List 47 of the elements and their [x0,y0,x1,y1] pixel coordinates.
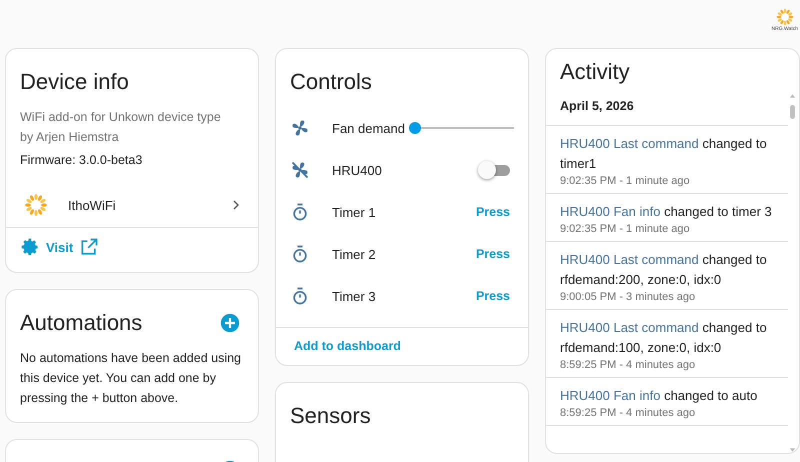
entity-link[interactable]: HRU400 Last command [560,252,699,267]
activity-time: 8:59:25 PM - 4 minutes ago [560,407,696,419]
activity-message: HRU400 Last command changed to timer1 [560,135,768,173]
activity-time: 9:02:35 PM - 1 minute ago [560,175,691,187]
entity-link[interactable]: HRU400 Last command [560,136,699,151]
device-description: WiFi add-on for Unkown device type by Arjen Hiemstra [20,109,222,146]
activity-time: 8:59:25 PM - 4 minutes ago [560,359,696,371]
activity-message: HRU400 Last command changed to rfdemand:100, zone:0, idx:0 [560,319,768,357]
activity-time: 9:02:35 PM - 1 minute ago [560,223,691,235]
scroll-up-arrow-icon[interactable] [789,93,796,99]
visit-link[interactable]: Visit [16,237,104,257]
scrollbar-thumb[interactable] [790,105,795,119]
fan-off-icon [290,160,310,180]
activity-message: HRU400 Last command changed to rfdemand:200, zone:0, idx:0 [560,251,768,289]
sun-logo-icon [776,8,794,26]
firmware-text: Firmware: 3.0.0-beta3 [20,153,144,167]
control-label: HRU400 [332,162,383,178]
external-link-icon [79,237,100,257]
entity-link[interactable]: HRU400 Last command [560,320,699,335]
card-title: Activity [559,58,631,86]
add-icon[interactable] [220,313,240,333]
date-header: April 5, 2026 [546,93,788,126]
control-label: Timer 1 [332,204,377,220]
toggle-switch[interactable] [478,161,510,179]
entity-link[interactable]: HRU400 Fan info [560,204,660,219]
activity-message: HRU400 Fan info changed to timer 3 [560,203,773,221]
sun-logo-icon [24,193,48,217]
activity-time: 9:00:05 PM - 3 minutes ago [560,291,696,303]
entity-link[interactable]: HRU400 Fan info [560,388,660,403]
scroll-down-arrow-icon[interactable] [789,447,796,453]
settings-icon [20,237,40,257]
automations-empty-text: No automations have been added using this device yet. You can add one by pressing the + button above. [20,350,242,407]
card-title: Automations [20,310,142,336]
press-button[interactable]: Press [472,201,514,223]
activity-message: HRU400 Fan info changed to auto [560,387,758,405]
press-button[interactable]: Press [472,243,514,265]
press-button[interactable]: Press [472,285,514,307]
fan-demand-slider[interactable] [409,121,514,135]
control-label: Fan demand [332,120,405,136]
card-title: Sensors [289,402,372,430]
card-title: Device info [19,68,130,96]
control-label: Timer 2 [332,246,377,262]
control-label: Timer 3 [332,288,377,304]
integration-item[interactable]: IthoWiFi [6,167,258,227]
add-to-dashboard-link[interactable]: Add to dashboard [286,339,409,353]
card-title: Controls [289,68,373,96]
fan-icon [290,118,310,138]
